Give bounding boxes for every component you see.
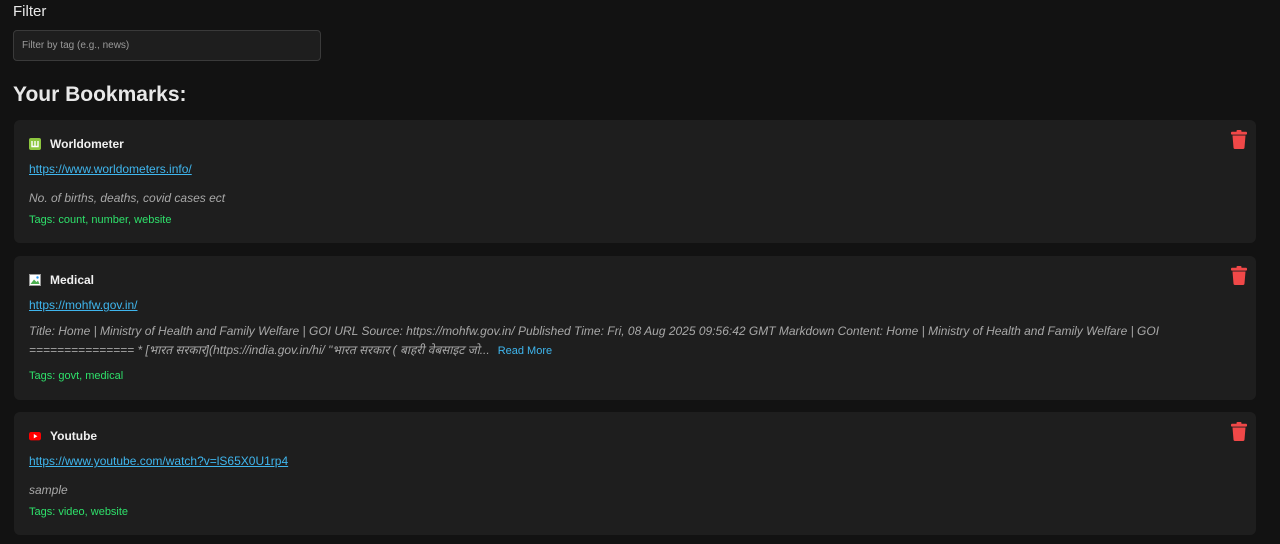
bookmark-card: Medical https://mohfw.gov.in/ Title: Hom… (14, 256, 1256, 400)
bookmark-url-link[interactable]: https://mohfw.gov.in/ (29, 298, 138, 312)
trash-icon (1231, 421, 1247, 441)
bookmark-description: Title: Home | Ministry of Health and Fam… (29, 322, 1219, 361)
bookmark-description-text: No. of births, deaths, covid cases ect (29, 191, 226, 205)
youtube-favicon-icon (29, 430, 41, 442)
trash-icon (1231, 129, 1247, 149)
section-title: Your Bookmarks: (13, 83, 187, 106)
bookmark-tags: Tags: video, website (29, 506, 129, 518)
bookmark-url-link[interactable]: https://www.worldometers.info/ (29, 162, 192, 176)
delete-bookmark-button[interactable] (1230, 265, 1248, 285)
bookmark-card: Worldometer https://www.worldometers.inf… (14, 120, 1256, 243)
filter-label: Filter (13, 3, 47, 20)
bookmark-title-row: Youtube (29, 429, 97, 443)
bookmark-title: Youtube (50, 429, 98, 443)
bookmarks-page: Filter Your Bookmarks: Worldometer https… (0, 0, 1280, 544)
delete-bookmark-button[interactable] (1230, 129, 1248, 149)
bookmark-title-row: Medical (29, 273, 94, 287)
bookmark-title-row: Worldometer (29, 137, 124, 151)
broken-image-icon (29, 274, 41, 286)
bookmark-title: Medical (50, 273, 95, 287)
trash-icon (1231, 265, 1247, 285)
bookmark-url-link[interactable]: https://www.youtube.com/watch?v=lS65X0U1… (29, 454, 288, 468)
bookmark-description-text: sample (29, 483, 68, 497)
bookmark-tags: Tags: govt, medical (29, 370, 124, 382)
bookmark-description: sample (29, 481, 1219, 500)
bookmark-title: Worldometer (50, 137, 124, 151)
filter-input[interactable] (13, 30, 321, 61)
read-more-link[interactable]: Read More (498, 345, 552, 357)
bookmark-description: No. of births, deaths, covid cases ect (29, 189, 1219, 208)
bookmark-tags: Tags: count, number, website (29, 214, 172, 226)
worldometer-favicon-icon (29, 138, 41, 150)
delete-bookmark-button[interactable] (1230, 421, 1248, 441)
bookmark-card: Youtube https://www.youtube.com/watch?v=… (14, 412, 1256, 535)
bookmark-description-text: Title: Home | Ministry of Health and Fam… (29, 324, 1160, 357)
